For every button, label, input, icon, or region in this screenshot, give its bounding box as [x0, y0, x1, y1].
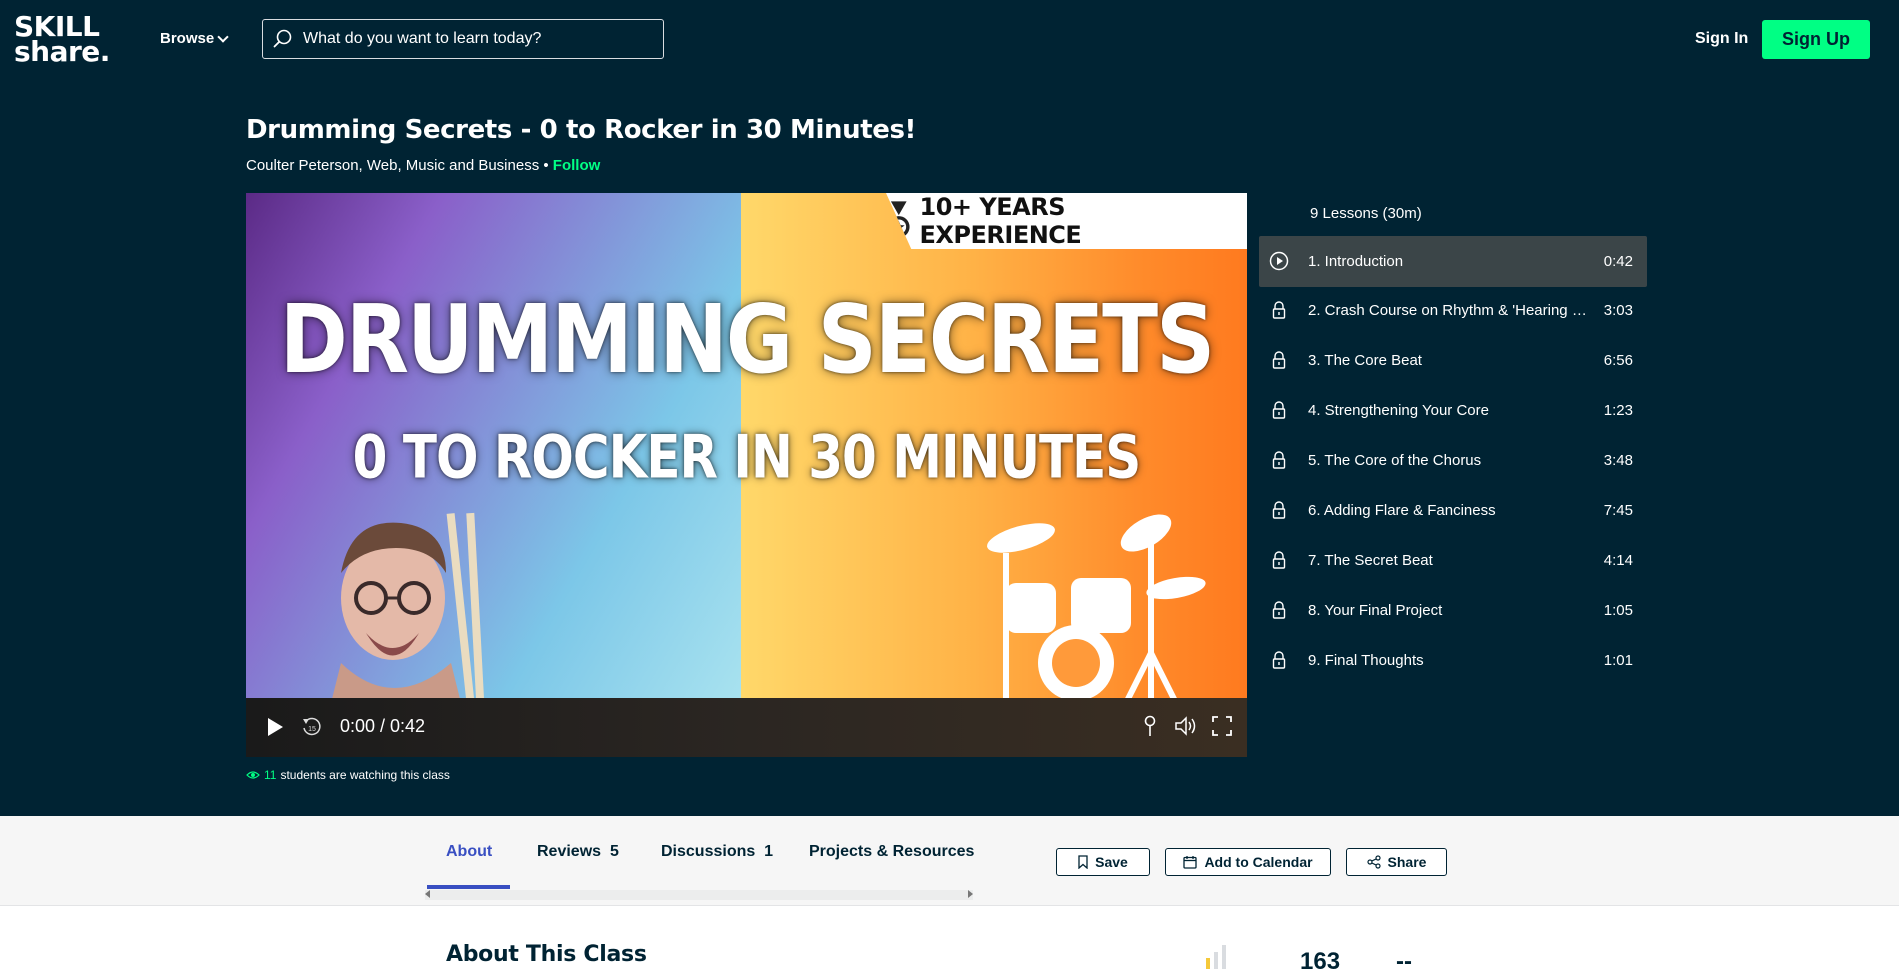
lesson-item[interactable]: 8. Your Final Project 1:05: [1259, 585, 1647, 636]
lesson-title: 4. Strengthening Your Core: [1308, 402, 1489, 419]
share-label: Share: [1387, 854, 1427, 870]
share-button[interactable]: Share: [1346, 848, 1447, 876]
tabs-scrollbar[interactable]: [425, 890, 973, 900]
discussions-count: 1: [764, 843, 774, 860]
lesson-duration: 4:14: [1603, 552, 1633, 569]
lesson-item[interactable]: 7. The Secret Beat 4:14: [1259, 535, 1647, 586]
scroll-right-arrow-icon[interactable]: [968, 890, 973, 898]
lesson-item[interactable]: 3. The Core Beat 6:56: [1259, 335, 1647, 386]
browse-label: Browse: [160, 30, 215, 47]
sign-up-button[interactable]: Sign Up: [1762, 20, 1870, 59]
byline-separator: •: [539, 157, 553, 174]
lock-icon: [1272, 301, 1286, 319]
lesson-duration: 7:45: [1603, 502, 1633, 519]
skillshare-logo[interactable]: SKILL share.: [14, 13, 124, 68]
lesson-duration: 1:05: [1603, 602, 1633, 619]
lesson-title: 6. Adding Flare & Fanciness: [1308, 502, 1496, 519]
banner-text: 10+ YEARS EXPERIENCE: [919, 193, 1082, 249]
lesson-title: 8. Your Final Project: [1308, 602, 1443, 619]
lesson-title: 3. The Core Beat: [1308, 352, 1422, 369]
play-circle-icon: [1269, 251, 1289, 271]
lesson-title: 1. Introduction: [1308, 253, 1404, 270]
active-tab-indicator: [427, 885, 510, 889]
course-title: Drumming Secrets - 0 to Rocker in 30 Min…: [246, 115, 916, 145]
watching-text: students are watching this class: [280, 768, 450, 782]
search-box[interactable]: [262, 19, 664, 59]
lesson-item[interactable]: 9. Final Thoughts 1:01: [1259, 635, 1647, 686]
rewind-15-icon[interactable]: 15: [300, 716, 324, 738]
eye-icon: [246, 771, 260, 779]
save-label: Save: [1095, 854, 1128, 870]
lesson-duration: 0:42: [1603, 253, 1633, 270]
follow-link[interactable]: Follow: [553, 157, 601, 174]
sign-in-link[interactable]: Sign In: [1695, 30, 1748, 48]
lessons-header: 9 Lessons (30m): [1310, 205, 1422, 222]
author-name: Coulter Peterson, Web, Music and Busines…: [246, 157, 540, 174]
video-player[interactable]: 10+ YEARS EXPERIENCE DRUMMING SECRETS 0 …: [246, 193, 1247, 757]
lesson-title: 9. Final Thoughts: [1308, 652, 1424, 669]
lesson-title: 7. The Secret Beat: [1308, 552, 1433, 569]
video-controls-bar: 15 0:00 / 0:42: [246, 698, 1247, 757]
lock-icon: [1272, 601, 1286, 619]
tab-about[interactable]: About: [446, 843, 492, 861]
lesson-item[interactable]: 4. Strengthening Your Core 1:23: [1259, 385, 1647, 436]
share-icon: [1366, 855, 1381, 869]
lesson-duration: 3:03: [1603, 302, 1633, 319]
calendar-icon: [1183, 856, 1198, 869]
video-subheadline: 0 TO ROCKER IN 30 MINUTES: [352, 422, 1142, 492]
search-icon: [273, 29, 292, 48]
chevron-down-icon: [217, 30, 229, 43]
lock-icon: [1272, 651, 1286, 669]
browse-menu-button[interactable]: Browse: [160, 30, 229, 47]
play-icon[interactable]: [264, 716, 286, 738]
tab-discussions[interactable]: Discussions 1: [661, 843, 773, 861]
about-class-heading: About This Class: [446, 942, 647, 967]
course-hero: SKILL share. Browse Sign In Sign Up Drum…: [0, 0, 1899, 816]
lesson-duration: 1:01: [1603, 652, 1633, 669]
lesson-item[interactable]: 5. The Core of the Chorus 3:48: [1259, 435, 1647, 486]
bookmark-icon: [1078, 855, 1088, 869]
students-stat: 163: [1300, 948, 1341, 975]
level-bars-icon: [1206, 945, 1226, 969]
rewind-seconds-label: 15: [308, 726, 316, 733]
watching-indicator: 11 students are watching this class: [246, 768, 450, 782]
calendar-label: Add to Calendar: [1204, 854, 1313, 870]
lesson-title: 2. Crash Course on Rhythm & 'Hearing the…: [1308, 302, 1588, 319]
lesson-item[interactable]: 2. Crash Course on Rhythm & 'Hearing the…: [1259, 285, 1647, 336]
tab-discussions-label: Discussions: [661, 843, 756, 860]
lock-icon: [1272, 401, 1286, 419]
reviews-count: 5: [609, 843, 619, 860]
lesson-item[interactable]: 6. Adding Flare & Fanciness 7:45: [1259, 485, 1647, 536]
lesson-duration: 6:56: [1603, 352, 1633, 369]
lesson-duration: 3:48: [1603, 452, 1633, 469]
volume-icon[interactable]: [1174, 715, 1198, 737]
instructor-portrait: [331, 512, 485, 703]
lock-icon: [1272, 451, 1286, 469]
save-button[interactable]: Save: [1056, 848, 1150, 876]
add-to-calendar-button[interactable]: Add to Calendar: [1165, 848, 1331, 876]
time-display: 0:00 / 0:42: [340, 716, 426, 736]
lock-icon: [1272, 501, 1286, 519]
lock-icon: [1272, 551, 1286, 569]
lesson-title: 5. The Core of the Chorus: [1308, 452, 1482, 469]
tab-reviews-label: Reviews: [537, 843, 602, 860]
logo-line2: share.: [14, 35, 110, 68]
lesson-item[interactable]: 1. Introduction 0:42: [1259, 236, 1647, 287]
pin-icon[interactable]: [1141, 715, 1159, 737]
video-headline: DRUMMING SECRETS: [279, 285, 1215, 396]
search-input[interactable]: [303, 30, 643, 48]
lock-icon: [1272, 351, 1286, 369]
tab-reviews[interactable]: Reviews 5: [537, 843, 619, 861]
drum-kit-graphic: [987, 514, 1206, 703]
course-byline: Coulter Peterson, Web, Music and Busines…: [246, 157, 600, 174]
watching-count: 11: [264, 768, 277, 782]
scroll-left-arrow-icon[interactable]: [425, 890, 430, 898]
projects-stat: --: [1396, 948, 1412, 975]
experience-banner: 10+ YEARS EXPERIENCE: [886, 193, 1247, 249]
tab-projects[interactable]: Projects & Resources: [809, 843, 974, 861]
fullscreen-icon[interactable]: [1211, 715, 1233, 737]
lesson-duration: 1:23: [1603, 402, 1633, 419]
